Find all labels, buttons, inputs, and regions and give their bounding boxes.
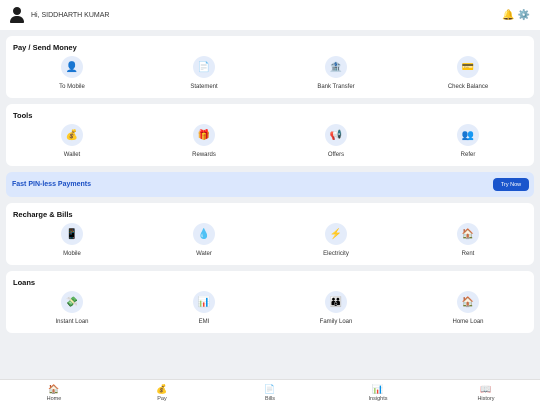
person-icon: 👤 xyxy=(61,56,83,78)
family-icon: 👪 xyxy=(325,291,347,313)
megaphone-icon: 📢 xyxy=(325,124,347,146)
house-icon: 🏠 xyxy=(48,383,60,394)
item-label: Wallet xyxy=(63,152,81,158)
item-label: Rewards xyxy=(192,152,216,158)
electricity-bill-button[interactable]: ⚡ Electricity xyxy=(270,223,402,257)
people-icon: 👥 xyxy=(457,124,479,146)
house-icon: 🏠 xyxy=(457,223,479,245)
droplet-icon: 💧 xyxy=(193,223,215,245)
instant-loan-button[interactable]: 💸 Instant Loan xyxy=(6,291,138,325)
gear-icon[interactable]: ⚙️ xyxy=(518,10,530,21)
nav-label: Home xyxy=(46,395,62,402)
avatar[interactable] xyxy=(10,7,24,23)
section-title: Tools xyxy=(13,111,33,120)
section-title: Loans xyxy=(13,278,36,287)
tools-section: Tools 💰 Wallet 🎁 Rewards 📢 Offers 👥 Refer xyxy=(6,104,534,166)
item-label: Water xyxy=(196,251,212,257)
nav-label: Pay xyxy=(157,395,167,402)
nav-home[interactable]: 🏠 Home xyxy=(0,380,108,405)
section-title: Pay / Send Money xyxy=(13,43,77,52)
house-icon: 🏠 xyxy=(457,291,479,313)
to-mobile-button[interactable]: 👤 To Mobile xyxy=(6,56,138,90)
greeting-text: Hi, SIDDHARTH KUMAR xyxy=(31,11,110,19)
book-icon: 📖 xyxy=(480,383,492,394)
bar-chart-icon: 📊 xyxy=(372,383,384,394)
app-header: Hi, SIDDHARTH KUMAR 🔔 ⚙️ xyxy=(0,0,540,30)
mobile-recharge-button[interactable]: 📱 Mobile xyxy=(6,223,138,257)
emi-button[interactable]: 📊 EMI xyxy=(138,291,270,325)
phone-icon: 📱 xyxy=(61,223,83,245)
check-balance-button[interactable]: 💳 Check Balance xyxy=(402,56,534,90)
recharge-bills-section: Recharge & Bills 📱 Mobile 💧 Water ⚡ Electri… xyxy=(6,203,534,265)
item-label: EMI xyxy=(198,319,210,325)
bank-transfer-button[interactable]: 🏦 Bank Transfer xyxy=(270,56,402,90)
gift-icon: 🎁 xyxy=(193,124,215,146)
water-bill-button[interactable]: 💧 Water xyxy=(138,223,270,257)
pay-send-money-section: Pay / Send Money 👤 To Mobile 📄 Statement 🏦… xyxy=(6,36,534,98)
lightning-icon: ⚡ xyxy=(325,223,347,245)
bell-icon[interactable]: 🔔 xyxy=(502,10,514,21)
item-label: Instant Loan xyxy=(55,319,89,325)
rent-button[interactable]: 🏠 Rent xyxy=(402,223,534,257)
nav-bills[interactable]: 📄 Bills xyxy=(216,380,324,405)
statement-button[interactable]: 📄 Statement xyxy=(138,56,270,90)
item-label: Offers xyxy=(327,152,345,158)
promo-text: Fast PIN-less Payments xyxy=(12,181,91,188)
credit-card-icon: 💳 xyxy=(457,56,479,78)
item-label: To Mobile xyxy=(59,84,85,90)
family-loan-button[interactable]: 👪 Family Loan xyxy=(270,291,402,325)
item-label: Family Loan xyxy=(319,319,353,325)
money-wings-icon: 💸 xyxy=(61,291,83,313)
try-now-button[interactable]: Try Now xyxy=(493,178,529,191)
item-label: Electricity xyxy=(323,251,349,257)
section-title: Recharge & Bills xyxy=(13,210,73,219)
document-icon: 📄 xyxy=(264,383,276,394)
bank-icon: 🏦 xyxy=(325,56,347,78)
item-label: Refer xyxy=(460,152,476,158)
money-bag-icon: 💰 xyxy=(61,124,83,146)
money-bag-icon: 💰 xyxy=(156,383,168,394)
home-loan-button[interactable]: 🏠 Home Loan xyxy=(402,291,534,325)
offers-button[interactable]: 📢 Offers xyxy=(270,124,402,158)
promo-banner: Fast PIN-less Payments Try Now xyxy=(6,172,534,197)
rewards-button[interactable]: 🎁 Rewards xyxy=(138,124,270,158)
nav-label: History xyxy=(477,395,495,402)
item-label: Home Loan xyxy=(452,319,484,325)
nav-insights[interactable]: 📊 Insights xyxy=(324,380,432,405)
wallet-button[interactable]: 💰 Wallet xyxy=(6,124,138,158)
item-label: Mobile xyxy=(63,251,81,257)
document-icon: 📄 xyxy=(193,56,215,78)
bottom-nav: 🏠 Home 💰 Pay 📄 Bills 📊 Insights 📖 History xyxy=(0,379,540,405)
item-label: Rent xyxy=(461,251,475,257)
nav-label: Bills xyxy=(264,395,276,402)
item-label: Bank Transfer xyxy=(317,84,355,90)
nav-history[interactable]: 📖 History xyxy=(432,380,540,405)
loans-section: Loans 💸 Instant Loan 📊 EMI 👪 Family Loan 🏠 H… xyxy=(6,271,534,333)
nav-pay[interactable]: 💰 Pay xyxy=(108,380,216,405)
bar-chart-icon: 📊 xyxy=(193,291,215,313)
nav-label: Insights xyxy=(368,395,388,402)
item-label: Statement xyxy=(190,84,218,90)
item-label: Check Balance xyxy=(447,84,489,90)
refer-button[interactable]: 👥 Refer xyxy=(402,124,534,158)
